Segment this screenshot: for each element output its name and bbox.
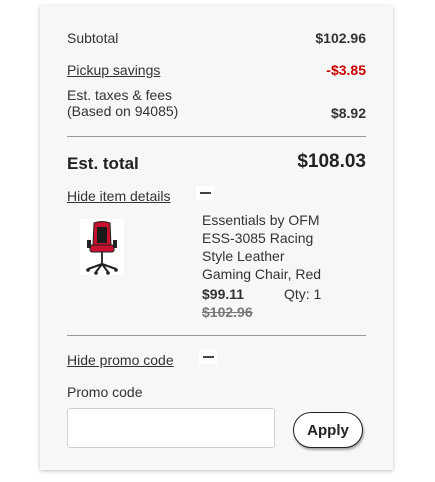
subtotal-label: Subtotal: [67, 30, 119, 46]
pickup-savings-link[interactable]: Pickup savings: [67, 62, 160, 78]
item-name-line: Style Leather: [202, 248, 285, 264]
item-original-price: $102.96: [202, 304, 253, 320]
taxes-label: Est. taxes & fees (Based on 94085): [67, 87, 178, 119]
hide-promo-code-link[interactable]: Hide promo code: [67, 352, 174, 368]
item-quantity: Qty: 1: [284, 286, 322, 302]
collapse-promo-code-icon[interactable]: [199, 350, 217, 364]
total-value: $108.03: [297, 151, 366, 172]
item-name-line: Essentials by OFM: [202, 212, 320, 228]
promo-code-input[interactable]: [67, 408, 275, 448]
item-price: $99.11: [202, 286, 245, 302]
taxes-row: Est. taxes & fees (Based on 94085) $8.92: [67, 87, 366, 123]
taxes-label-line1: Est. taxes & fees: [67, 87, 173, 103]
taxes-value: $8.92: [330, 105, 366, 121]
item-divider: [67, 335, 366, 336]
order-summary-card: Subtotal $102.96 Pickup savings -$3.85 E…: [40, 6, 393, 470]
taxes-label-line2: (Based on 94085): [67, 103, 179, 119]
item-original-price-row: $102.96: [202, 303, 342, 321]
promo-code-label: Promo code: [67, 384, 143, 400]
red-gaming-chair-image: [80, 219, 124, 275]
subtotal-value: $102.96: [315, 30, 366, 46]
item-name-line: ESS-3085 Racing: [202, 230, 314, 246]
hide-item-details-link[interactable]: Hide item details: [67, 188, 171, 204]
collapse-item-details-icon[interactable]: [196, 186, 214, 200]
item-name-line: Gaming Chair, Red: [202, 266, 322, 282]
item-price-row: $99.11 Qty: 1: [202, 285, 342, 303]
item-name: Essentials by OFM ESS-3085 Racing Style …: [202, 211, 342, 283]
apply-button[interactable]: Apply: [293, 412, 363, 448]
summary-divider: [67, 136, 366, 137]
total-label: Est. total: [67, 154, 139, 173]
pickup-savings-value: -$3.85: [326, 62, 366, 78]
total-row: Est. total $108.03: [67, 151, 366, 175]
